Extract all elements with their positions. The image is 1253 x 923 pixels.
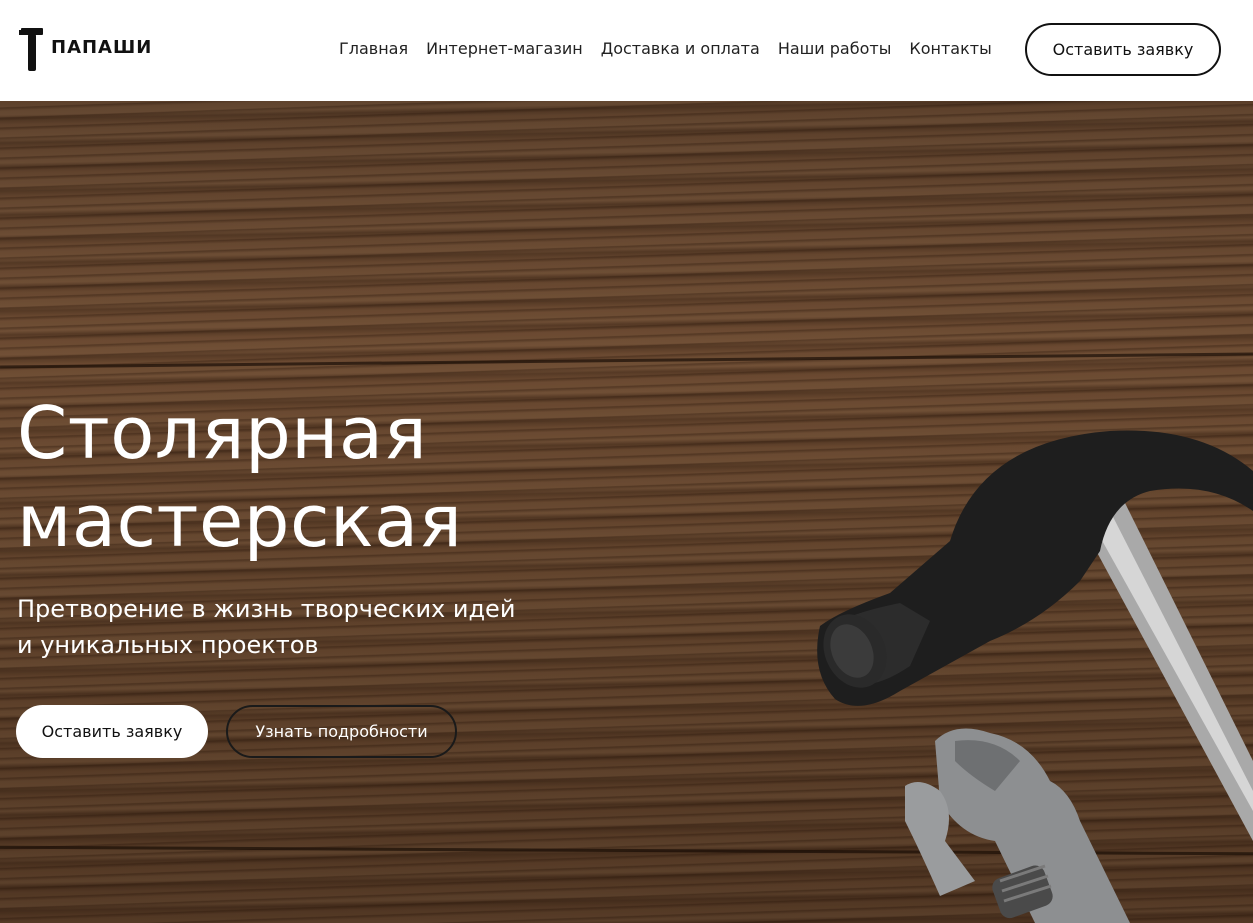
wrench-icon [905, 728, 1130, 923]
hero-subtitle-line-1: Претворение в жизнь творческих идей [17, 595, 516, 623]
nav-item-contacts[interactable]: Контакты [909, 38, 991, 60]
nav-item-works[interactable]: Наши работы [778, 38, 892, 60]
nav-item-delivery[interactable]: Доставка и оплата [601, 38, 760, 60]
hero-subtitle-line-2: и уникальных проектов [17, 631, 319, 659]
hammer-logo-icon [19, 28, 43, 71]
main-nav: Главная Интернет-магазин Доставка и опла… [339, 38, 1010, 60]
hero-more-button[interactable]: Узнать подробности [226, 705, 457, 758]
header-request-button[interactable]: Оставить заявку [1025, 23, 1221, 76]
nav-item-shop[interactable]: Интернет-магазин [426, 38, 583, 60]
site-header: ПАПАШИ Главная Интернет-магазин Доставка… [0, 0, 1253, 101]
hero-title-line-1: Столярная [17, 391, 428, 475]
hammer-and-wrench-image [817, 430, 1253, 923]
logo[interactable]: ПАПАШИ [19, 26, 152, 72]
hero-title-line-2: мастерская [17, 479, 463, 563]
nav-item-home[interactable]: Главная [339, 38, 408, 60]
hero-subtitle: Претворение в жизнь творческих идей и ун… [17, 591, 577, 663]
logo-text: ПАПАШИ [51, 36, 153, 58]
hero-request-button[interactable]: Оставить заявку [16, 705, 208, 758]
hero-section: Столярная мастерская Претворение в жизнь… [0, 101, 1253, 923]
hero-title: Столярная мастерская [17, 389, 717, 565]
